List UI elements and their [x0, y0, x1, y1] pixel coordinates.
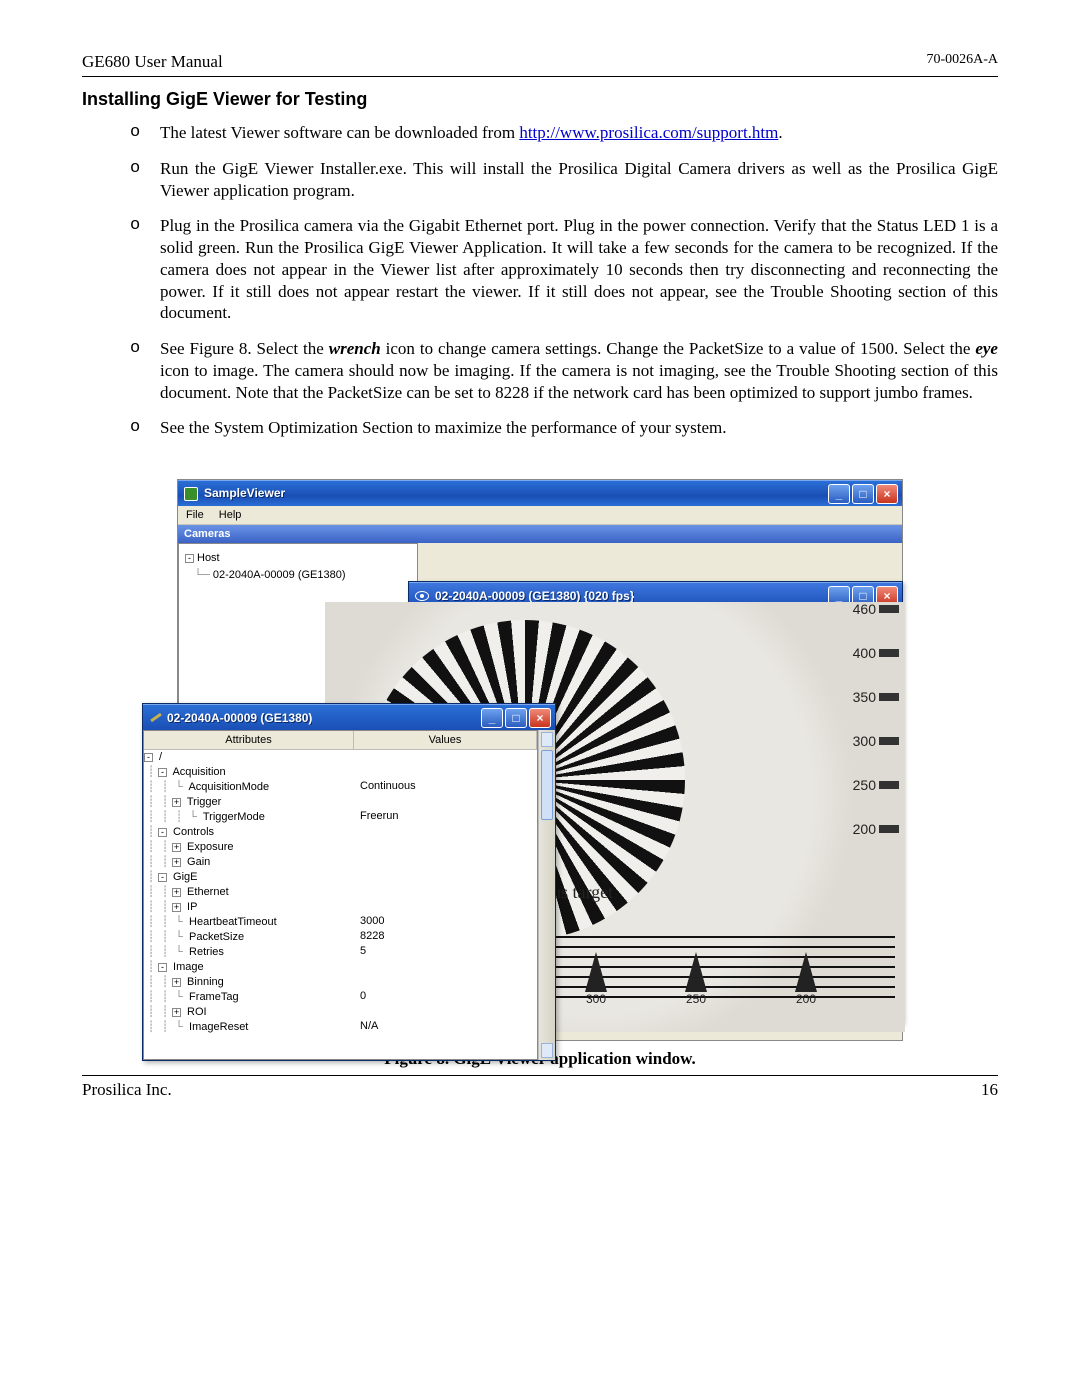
eye-word: eye: [975, 339, 998, 358]
attributes-titlebar[interactable]: 02-2040A-00009 (GE1380) _ □ ×: [143, 704, 555, 730]
expand-icon[interactable]: -: [158, 768, 167, 777]
footer-right: 16: [981, 1080, 998, 1100]
attribute-row[interactable]: ┊┊└ AcquisitionModeContinuous: [144, 779, 537, 794]
bullet-2: Run the GigE Viewer Installer.exe. This …: [160, 158, 998, 202]
attribute-row[interactable]: ┊┊+ Gain: [144, 854, 537, 869]
expand-icon[interactable]: +: [172, 903, 181, 912]
attribute-row[interactable]: ┊┊└ PacketSize8228: [144, 929, 537, 944]
col-attributes[interactable]: Attributes: [144, 731, 354, 749]
header-right: 70-0026A-A: [926, 52, 998, 72]
col-values[interactable]: Values: [354, 731, 537, 749]
app-icon: [184, 487, 198, 501]
expand-icon[interactable]: +: [172, 858, 181, 867]
footer-left: Prosilica Inc.: [82, 1080, 172, 1100]
wedge-number: 250: [686, 992, 706, 1006]
wedge-marker: [585, 952, 607, 992]
scroll-thumb[interactable]: [541, 750, 553, 820]
scale-tick: 200: [853, 822, 899, 836]
expand-icon[interactable]: +: [172, 888, 181, 897]
attribute-row[interactable]: ┊- Acquisition: [144, 764, 537, 779]
wedge-marker: [795, 952, 817, 992]
expand-icon[interactable]: -: [158, 828, 167, 837]
bullet-4: See Figure 8. Select the wrench icon to …: [160, 338, 998, 403]
header-rule: [82, 76, 998, 77]
preview-title-text: 02-2040A-00009 (GE1380) {020 fps}: [435, 589, 634, 603]
tree-collapse-icon[interactable]: -: [185, 554, 194, 563]
bullet-1: The latest Viewer software can be downlo…: [160, 122, 998, 144]
right-scale: 460 400 350 300 250 200: [853, 602, 899, 866]
attribute-row[interactable]: - /: [144, 750, 537, 764]
cameras-pane-header: Cameras: [178, 525, 902, 543]
scale-tick: 300: [853, 734, 899, 748]
expand-icon[interactable]: -: [144, 753, 153, 762]
attribute-row[interactable]: ┊┊┊└ TriggerModeFreerun: [144, 809, 537, 824]
minimize-button[interactable]: _: [828, 484, 850, 504]
scroll-up-icon[interactable]: [541, 732, 553, 747]
expand-icon[interactable]: -: [158, 873, 167, 882]
menu-help[interactable]: Help: [219, 509, 242, 521]
close-button[interactable]: ×: [876, 484, 898, 504]
attribute-row[interactable]: ┊┊└ ImageResetN/A: [144, 1019, 537, 1034]
attr-close-button[interactable]: ×: [529, 708, 551, 728]
bullet-3: Plug in the Prosilica camera via the Gig…: [160, 215, 998, 324]
expand-icon[interactable]: +: [172, 798, 181, 807]
attribute-row[interactable]: ┊┊└ FrameTag0: [144, 989, 537, 1004]
wrench-icon: [149, 712, 161, 724]
main-titlebar[interactable]: SampleViewer _ □ ×: [178, 480, 902, 506]
expand-icon[interactable]: +: [172, 1008, 181, 1017]
attr-maximize-button[interactable]: □: [505, 708, 527, 728]
expand-icon[interactable]: -: [158, 963, 167, 972]
bullet-5: See the System Optimization Section to m…: [160, 417, 998, 439]
attribute-row[interactable]: ┊┊+ Ethernet: [144, 884, 537, 899]
header-left: GE680 User Manual: [82, 52, 223, 72]
wrench-word: wrench: [329, 339, 381, 358]
expand-icon[interactable]: +: [172, 843, 181, 852]
attribute-row[interactable]: ┊┊+ Exposure: [144, 839, 537, 854]
scale-tick: 350: [853, 690, 899, 704]
scale-tick: 250: [853, 778, 899, 792]
tree-camera-node[interactable]: 02-2040A-00009 (GE1380): [213, 569, 346, 581]
attributes-title-text: 02-2040A-00009 (GE1380): [167, 711, 312, 725]
attributes-scrollbar[interactable]: [538, 730, 555, 1060]
attributes-columns-header: Attributes Values: [144, 731, 537, 750]
attribute-row[interactable]: ┊┊+ ROI: [144, 1004, 537, 1019]
footer-rule: [82, 1075, 998, 1076]
menu-file[interactable]: File: [186, 509, 204, 521]
tree-host[interactable]: Host: [197, 552, 220, 564]
attribute-row[interactable]: ┊┊+ Binning: [144, 974, 537, 989]
scale-tick: 460: [853, 602, 899, 616]
page-footer: Prosilica Inc. 16: [82, 1080, 998, 1100]
download-link[interactable]: http://www.prosilica.com/support.htm: [519, 123, 778, 142]
section-title: Installing GigE Viewer for Testing: [82, 89, 998, 110]
attributes-grid[interactable]: Attributes Values - /┊- Acquisition┊┊└ A…: [143, 730, 538, 1060]
expand-icon[interactable]: +: [172, 978, 181, 987]
work-area: -Host └─ 02-2040A-00009 (GE1380) 02-2040…: [178, 543, 902, 1023]
scroll-down-icon[interactable]: [541, 1043, 553, 1058]
attribute-row[interactable]: ┊┊└ HeartbeatTimeout3000: [144, 914, 537, 929]
attribute-row[interactable]: ┊- GigE: [144, 869, 537, 884]
attribute-row[interactable]: ┊- Controls: [144, 824, 537, 839]
sampleviewer-window: SampleViewer _ □ × File Help Cameras -Ho…: [177, 479, 903, 1041]
attribute-row[interactable]: ┊- Image: [144, 959, 537, 974]
attr-minimize-button[interactable]: _: [481, 708, 503, 728]
bullet-list: The latest Viewer software can be downlo…: [82, 122, 998, 439]
figure-8: SampleViewer _ □ × File Help Cameras -Ho…: [82, 479, 998, 1069]
maximize-button[interactable]: □: [852, 484, 874, 504]
eye-icon: [415, 591, 429, 601]
wedge-number: 200: [796, 992, 816, 1006]
wedge-marker: [685, 952, 707, 992]
attributes-window: 02-2040A-00009 (GE1380) _ □ × Attributes…: [142, 703, 556, 1061]
attribute-row[interactable]: ┊┊+ IP: [144, 899, 537, 914]
attribute-row[interactable]: ┊┊└ Retries5: [144, 944, 537, 959]
main-title-text: SampleViewer: [204, 486, 285, 500]
menu-bar: File Help: [178, 506, 902, 525]
scale-tick: 400: [853, 646, 899, 660]
attribute-row[interactable]: ┊┊+ Trigger: [144, 794, 537, 809]
camera-tree[interactable]: -Host └─ 02-2040A-00009 (GE1380): [179, 544, 417, 589]
wedge-number: 300: [586, 992, 606, 1006]
page-header: GE680 User Manual 70-0026A-A: [82, 52, 998, 74]
